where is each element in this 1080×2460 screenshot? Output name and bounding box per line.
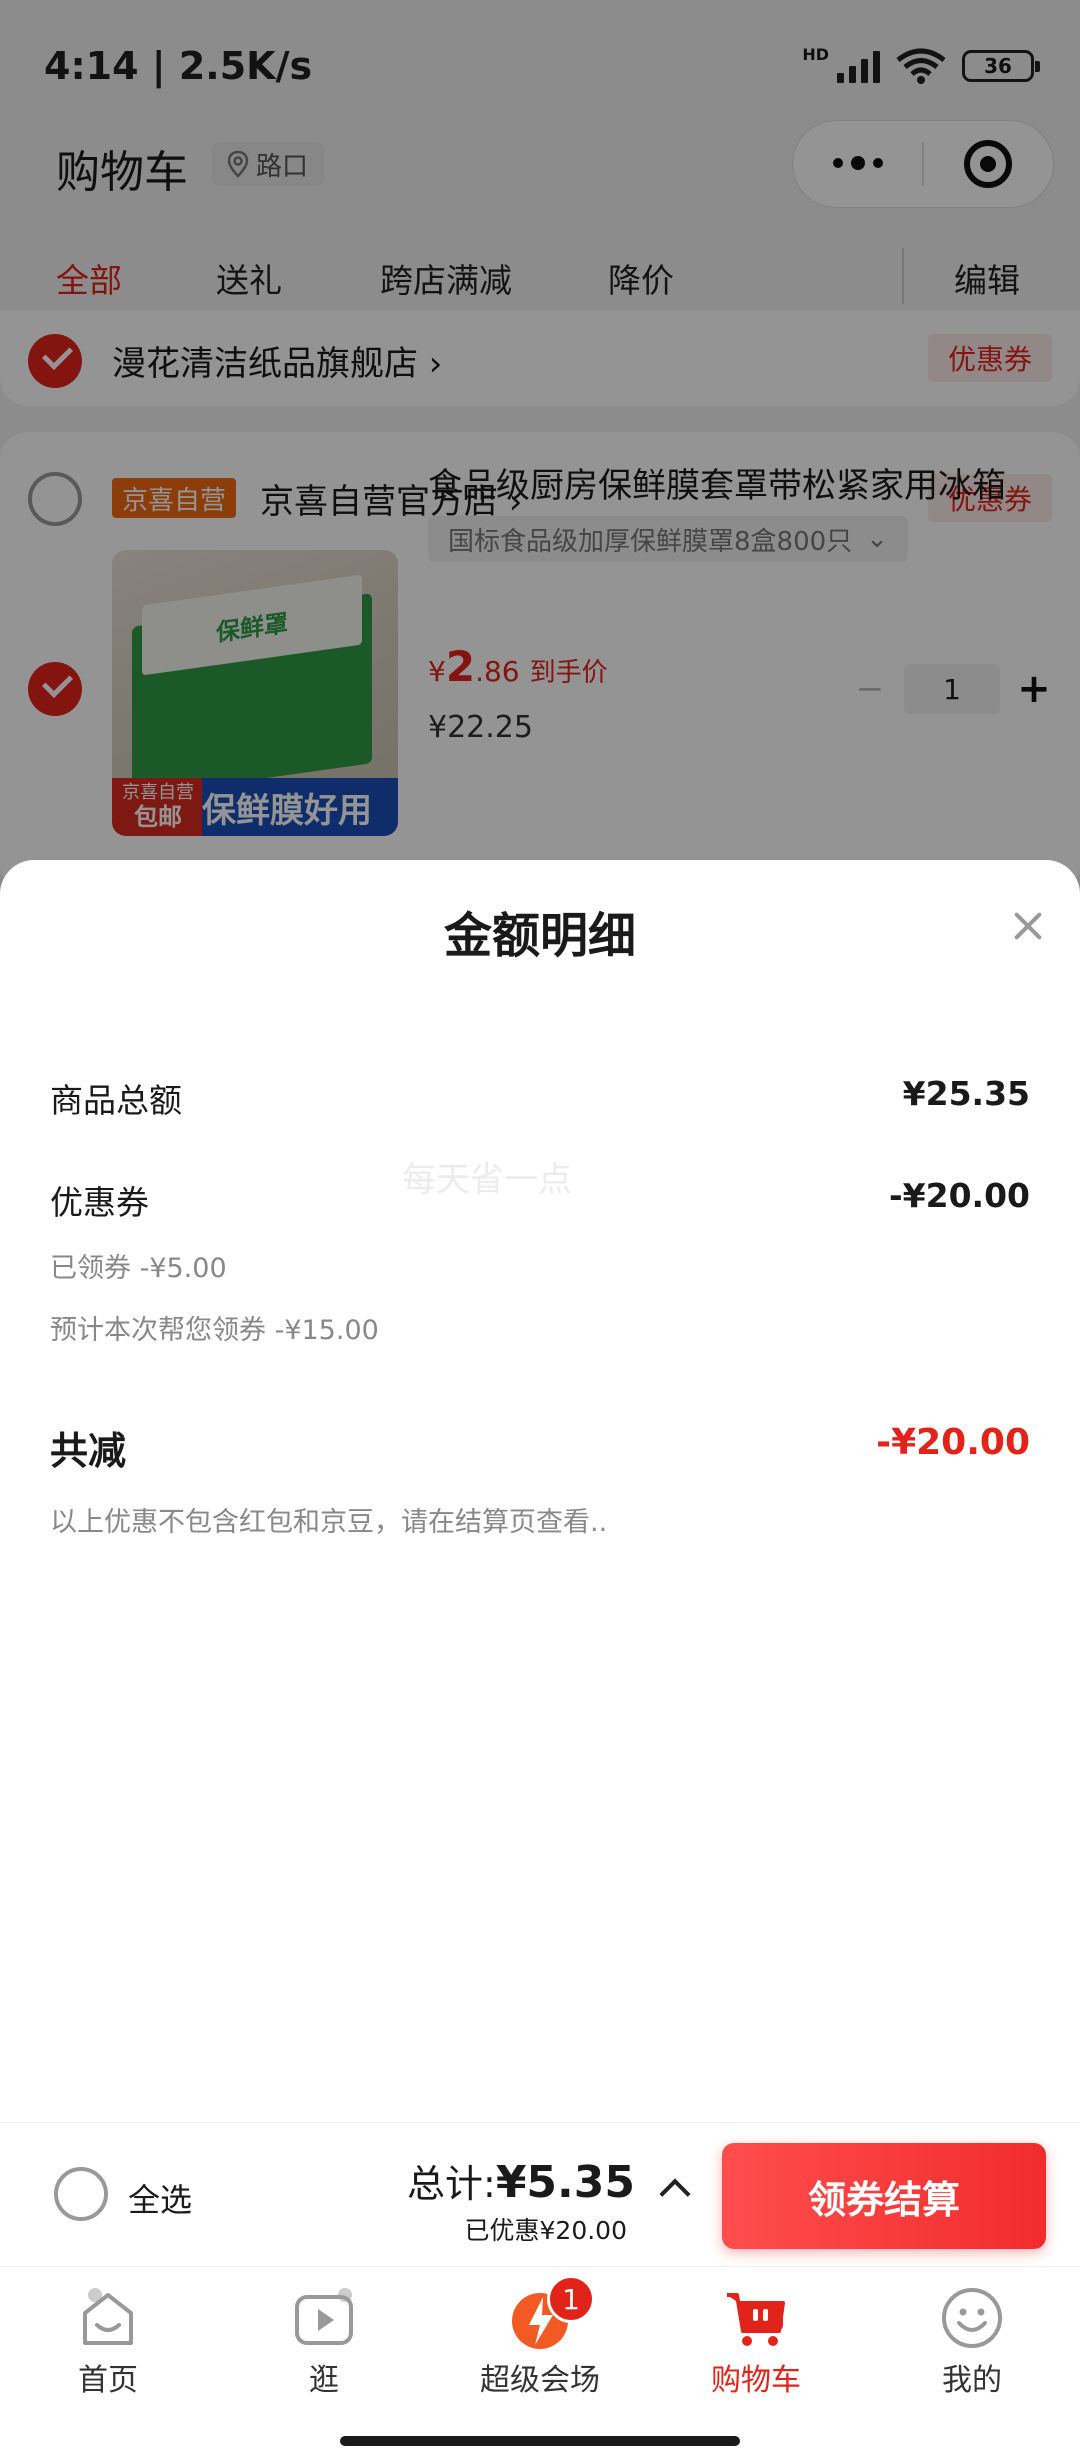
nav-home[interactable]: 首页	[0, 2285, 216, 2399]
watermark-text: 每天省一点	[402, 1160, 572, 1200]
nav-badge: 1	[547, 2275, 595, 2323]
estimated-coupon-line: 预计本次帮您领券 -¥15.00	[50, 1315, 379, 1346]
close-icon[interactable]	[1006, 904, 1050, 948]
total-reduce-value: -¥20.00	[876, 1422, 1030, 1463]
select-all-label[interactable]: 全选	[128, 2175, 192, 2221]
discount-note: 以上优惠不包含红包和京豆，请在结算页查看..	[50, 1507, 608, 1538]
nav-label: 首页	[78, 2363, 138, 2398]
total-price: 总计:¥5.35	[407, 2157, 635, 2208]
nav-label: 我的	[942, 2363, 1002, 2398]
goods-total-label: 商品总额	[50, 1081, 182, 1120]
nav-cart[interactable]: 购物车	[648, 2285, 864, 2399]
cart-icon	[727, 2293, 785, 2346]
coupon-value: -¥20.00	[888, 1176, 1030, 1215]
sheet-title: 金额明细	[443, 908, 636, 964]
home-indicator	[340, 2436, 740, 2446]
nav-super-venue[interactable]: 1 超级会场	[432, 2275, 648, 2399]
goods-total-value: ¥25.35	[902, 1074, 1030, 1113]
super-venue-icon: 1	[507, 2275, 595, 2351]
nav-mine[interactable]: 我的	[864, 2285, 1080, 2399]
nav-label: 超级会场	[480, 2363, 600, 2398]
play-icon	[295, 2288, 353, 2345]
checkout-bar: 全选 总计:¥5.35 已优惠¥20.00 领券结算	[0, 2122, 1080, 2266]
nav-browse[interactable]: 逛	[216, 2285, 432, 2399]
smile-icon	[942, 2288, 1002, 2348]
nav-label: 购物车	[711, 2363, 801, 2398]
coupon-label: 优惠券	[50, 1183, 149, 1222]
claimed-coupon-line: 已领券 -¥5.00	[50, 1253, 227, 1284]
discount-summary[interactable]: 已优惠¥20.00	[465, 2211, 627, 2247]
home-icon	[83, 2288, 133, 2345]
total-reduce-label: 共减	[50, 1429, 127, 1473]
bottom-nav: 首页 逛 1 超级会场 购物车 我的	[0, 2266, 1080, 2460]
checkout-button[interactable]: 领券结算	[722, 2143, 1046, 2249]
select-all-checkbox[interactable]	[54, 2167, 108, 2221]
chevron-up-icon[interactable]	[659, 2178, 691, 2210]
nav-label: 逛	[309, 2363, 339, 2398]
